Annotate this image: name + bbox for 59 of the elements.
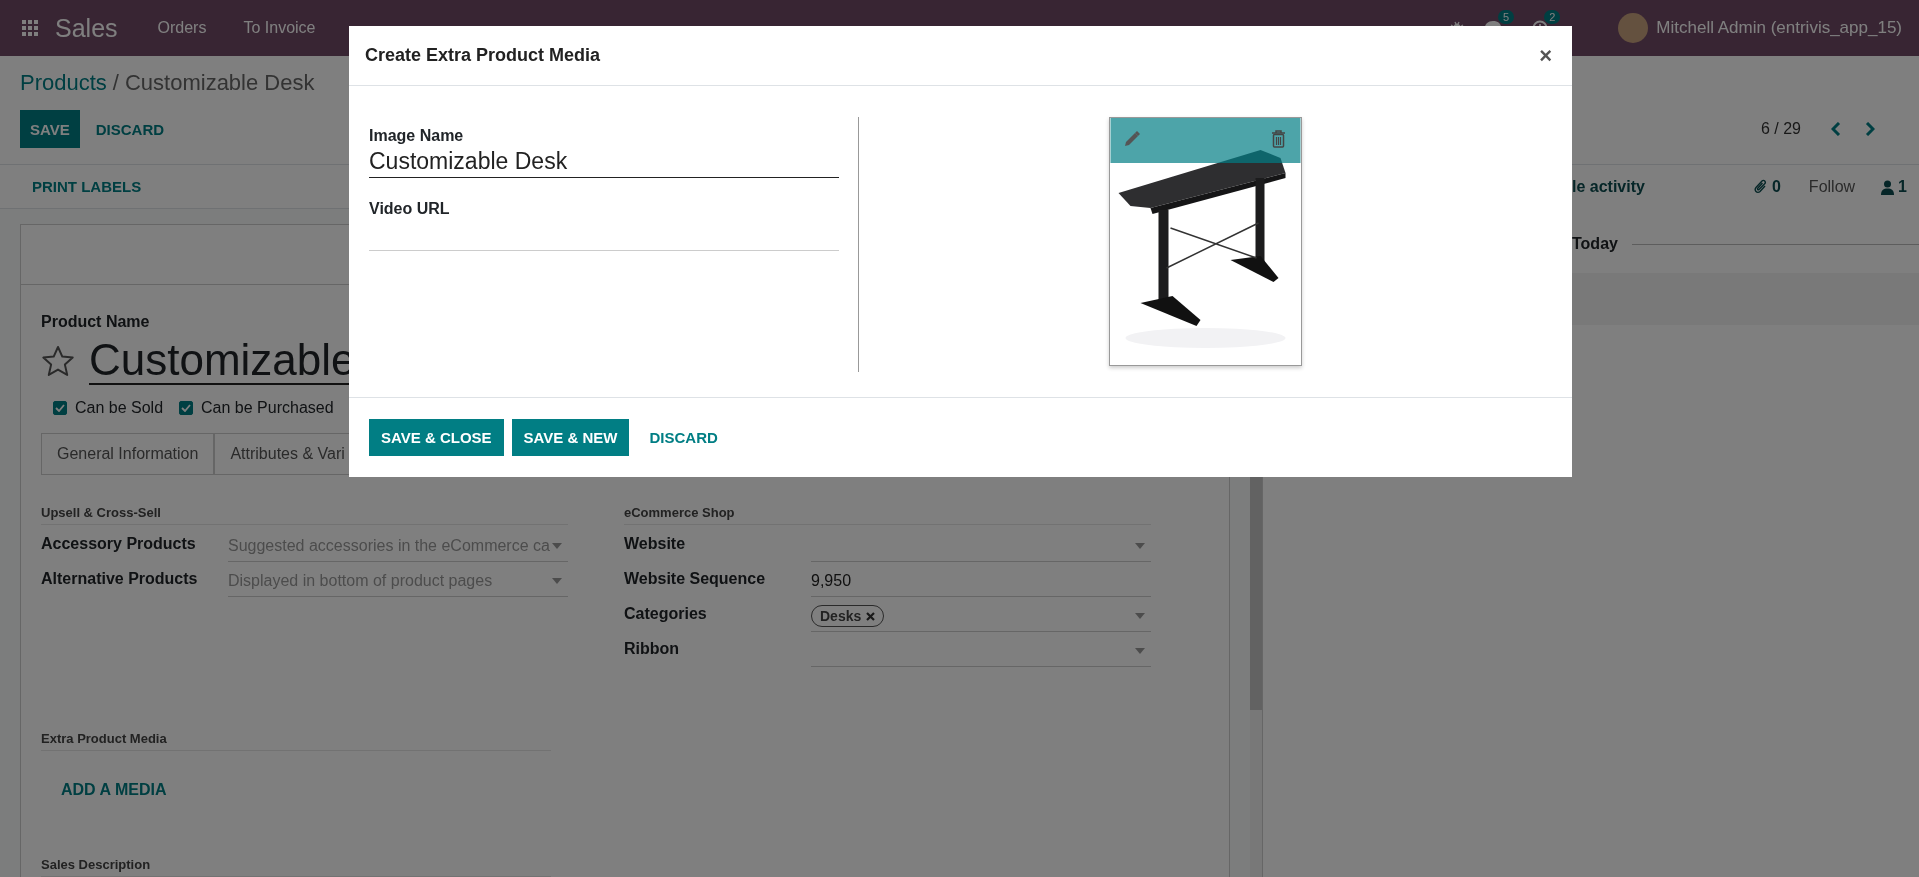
section-title: eCommerce Shop bbox=[624, 505, 1151, 525]
app-name[interactable]: Sales bbox=[55, 13, 118, 43]
field-label: Ribbon bbox=[624, 639, 681, 658]
breadcrumb-link[interactable]: Products bbox=[20, 70, 107, 96]
apps-menu-icon[interactable] bbox=[22, 20, 38, 36]
field-label: Video URL bbox=[369, 200, 451, 218]
followers-button[interactable]: 1 bbox=[1881, 178, 1907, 196]
notification-badge: 2 bbox=[1544, 10, 1561, 24]
tags-field[interactable]: Desks bbox=[811, 601, 1151, 632]
add-media-button[interactable]: ADD A MEDIA bbox=[51, 771, 177, 809]
checkbox[interactable] bbox=[179, 401, 194, 415]
dropdown-icon[interactable] bbox=[1135, 543, 1145, 549]
breadcrumb-separator: / bbox=[112, 70, 119, 96]
breadcrumb-current: Customizable Desk bbox=[124, 70, 315, 96]
dropdown-icon[interactable] bbox=[552, 578, 562, 584]
remove-icon[interactable] bbox=[866, 611, 876, 621]
notification-badge: 5 bbox=[1498, 10, 1515, 24]
field-label: Product Name bbox=[41, 313, 151, 331]
trash-icon[interactable] bbox=[1271, 130, 1286, 148]
dropdown-icon[interactable] bbox=[552, 543, 562, 549]
menu-item[interactable]: Orders bbox=[157, 19, 207, 37]
field-label: Website bbox=[624, 534, 687, 553]
pager-value: 6 / 29 bbox=[1760, 120, 1801, 138]
avatar[interactable] bbox=[1618, 13, 1649, 43]
dialog-button[interactable]: DISCARD bbox=[637, 419, 730, 456]
pencil-icon[interactable] bbox=[1123, 130, 1141, 148]
dialog-button[interactable]: SAVE & NEW bbox=[511, 419, 630, 456]
section-title: Sales Description bbox=[41, 857, 551, 877]
dialog-title: Create Extra Product Media bbox=[365, 45, 601, 66]
schedule-activity-link[interactable]: le activity bbox=[1572, 178, 1645, 196]
field-label: Categories bbox=[624, 604, 708, 623]
input-field[interactable]: 9,950 bbox=[811, 566, 1151, 597]
menu-item[interactable]: To Invoice bbox=[243, 19, 316, 37]
close-button[interactable]: × bbox=[1535, 42, 1556, 69]
field-label: Website Sequence bbox=[624, 569, 767, 588]
form-button[interactable]: DISCARD bbox=[85, 110, 175, 148]
next-icon[interactable] bbox=[1865, 122, 1875, 136]
form-button[interactable]: SAVE bbox=[20, 110, 80, 148]
field-label: Image Name bbox=[369, 127, 465, 145]
tab[interactable]: General Information bbox=[41, 433, 215, 474]
follow-button[interactable]: Follow bbox=[1808, 178, 1856, 196]
status-button[interactable]: PRINT LABELS bbox=[22, 167, 152, 206]
paperclip-icon[interactable] bbox=[1753, 179, 1768, 195]
checkbox-label: Can be Purchased bbox=[201, 399, 334, 417]
date-separator: Today bbox=[1572, 235, 1618, 253]
section-title: Extra Product Media bbox=[41, 731, 551, 751]
dropdown-icon[interactable] bbox=[1135, 613, 1145, 619]
attachments-button[interactable]: 0 bbox=[1753, 178, 1781, 196]
person-icon[interactable] bbox=[1881, 179, 1895, 195]
star-icon[interactable] bbox=[41, 345, 75, 377]
field-label: Alternative Products bbox=[41, 569, 199, 588]
dropdown-icon[interactable] bbox=[1135, 648, 1145, 654]
previous-icon[interactable] bbox=[1831, 122, 1841, 136]
section-title: Upsell & Cross-Sell bbox=[41, 505, 568, 525]
user-name[interactable]: Mitchell Admin (entrivis_app_15) bbox=[1656, 18, 1902, 38]
checkbox-label: Can be Sold bbox=[75, 399, 164, 417]
dialog-button[interactable]: SAVE & CLOSE bbox=[369, 419, 504, 456]
checkbox[interactable] bbox=[53, 401, 67, 415]
field-label: Accessory Products bbox=[41, 534, 197, 553]
